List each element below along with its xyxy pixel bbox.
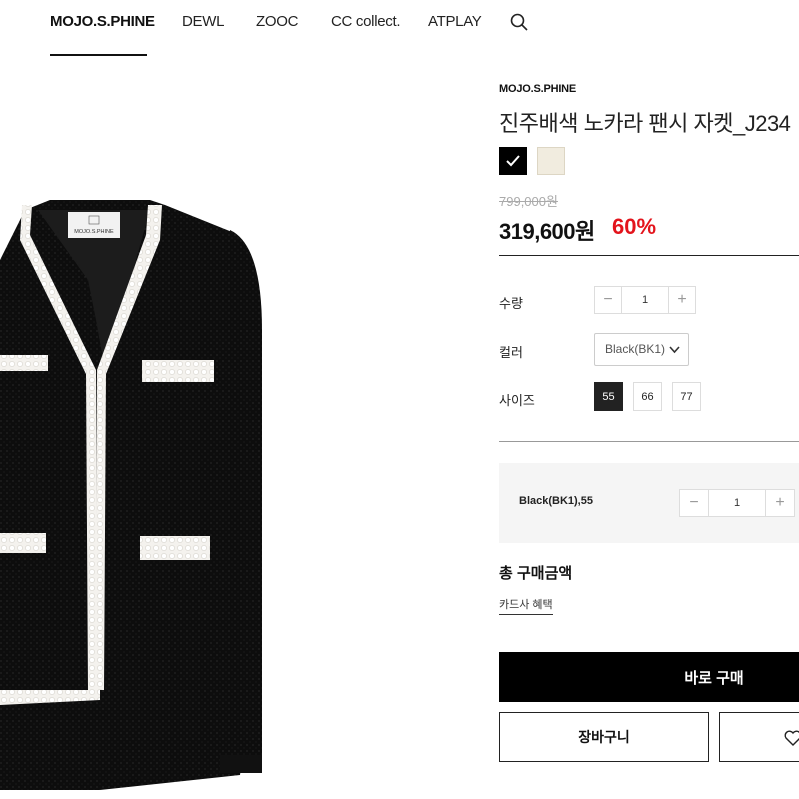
sale-price: 319,600원	[499, 219, 595, 244]
minus-icon[interactable]: −	[680, 490, 708, 516]
check-icon	[506, 155, 520, 167]
size-option-55[interactable]: 55	[594, 382, 623, 411]
selected-quantity-stepper: − 1 +	[679, 489, 795, 517]
total-price-label: 총 구매금액	[499, 565, 573, 582]
color-select[interactable]: Black(BK1)	[594, 333, 689, 366]
nav-item-cc-collect[interactable]: CC collect.	[331, 13, 401, 30]
selected-quantity-value[interactable]: 1	[708, 490, 766, 516]
color-swatch-black[interactable]	[499, 147, 527, 175]
quantity-stepper: − 1 +	[594, 286, 696, 314]
color-select-value: Black(BK1)	[605, 342, 666, 356]
garment-label-text: MOJO.S.PHINE	[74, 229, 114, 235]
nav-item-dewl[interactable]: DEWL	[182, 13, 224, 30]
plus-icon[interactable]: +	[669, 287, 695, 313]
product-image: MOJO.S.PHINE	[0, 150, 300, 799]
original-price: 799,000원	[499, 194, 558, 209]
discount-rate: 60%	[612, 214, 657, 239]
jacket-illustration: MOJO.S.PHINE	[0, 200, 262, 790]
product-brand: MOJO.S.PHINE	[499, 83, 577, 95]
divider	[499, 255, 799, 256]
nav-item-atplay[interactable]: ATPLAY	[428, 13, 482, 30]
quantity-label: 수량	[499, 296, 523, 311]
buy-now-button[interactable]: 바로 구매	[499, 652, 799, 702]
heart-icon	[784, 730, 799, 746]
chevron-down-icon	[669, 346, 680, 354]
nav-active-underline	[50, 54, 147, 56]
wishlist-button[interactable]	[719, 712, 799, 762]
minus-icon[interactable]: −	[595, 287, 621, 313]
size-label: 사이즈	[499, 393, 535, 408]
top-navigation: MOJO.S.PHINE DEWL ZOOC CC collect. ATPLA…	[0, 0, 799, 56]
search-icon[interactable]	[509, 12, 529, 32]
nav-item-mojosphine[interactable]: MOJO.S.PHINE	[50, 13, 155, 30]
color-label: 컬러	[499, 345, 523, 360]
card-benefit-link[interactable]: 카드사 혜택	[499, 596, 553, 615]
selected-option-label: Black(BK1),55	[519, 495, 593, 507]
color-swatch-ivory[interactable]	[537, 147, 565, 175]
size-option-77[interactable]: 77	[672, 382, 701, 411]
size-option-66[interactable]: 66	[633, 382, 662, 411]
divider	[499, 441, 799, 442]
plus-icon[interactable]: +	[766, 490, 794, 516]
quantity-value[interactable]: 1	[621, 287, 669, 313]
nav-item-zooc[interactable]: ZOOC	[256, 13, 298, 30]
product-title: 진주배색 노카라 팬시 자켓_J234	[499, 111, 791, 136]
add-to-cart-button[interactable]: 장바구니	[499, 712, 709, 762]
